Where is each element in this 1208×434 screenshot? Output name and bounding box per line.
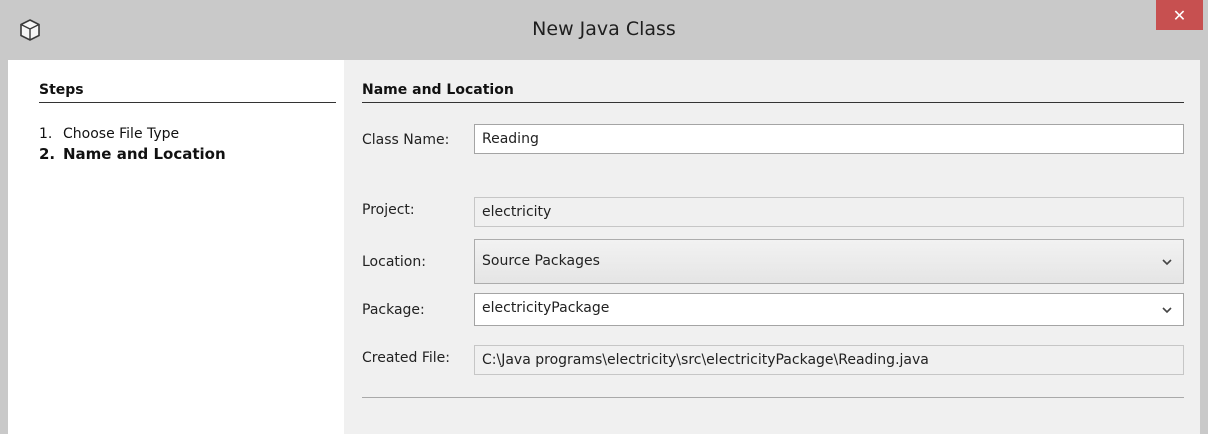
project-label: Project:	[362, 202, 415, 218]
step-number: 1.	[39, 126, 53, 142]
package-combobox[interactable]: electricityPackage	[474, 293, 1184, 326]
created-file-field: C:\Java programs\electricity\src\electri…	[474, 345, 1184, 375]
steps-divider	[39, 102, 336, 103]
steps-heading: Steps	[39, 82, 84, 98]
steps-panel: Steps 1. Choose File Type 2. Name and Loca…	[8, 60, 344, 434]
close-button[interactable]: ✕	[1156, 0, 1203, 30]
new-java-class-dialog: New Java Class ✕ Steps 1. Choose File Typ…	[0, 0, 1208, 434]
step-number: 2.	[39, 145, 56, 163]
location-label: Location:	[362, 254, 426, 270]
location-value: Source Packages	[482, 253, 600, 269]
location-dropdown[interactable]: Source Packages	[474, 239, 1184, 284]
window-title: New Java Class	[532, 18, 676, 40]
chevron-down-icon[interactable]	[1161, 304, 1173, 316]
class-name-input[interactable]: Reading	[474, 124, 1184, 154]
section-divider	[362, 102, 1184, 103]
class-name-label: Class Name:	[362, 132, 450, 148]
title-bar[interactable]: New Java Class ✕	[0, 0, 1208, 60]
name-location-panel: Name and Location Class Name: Reading Pr…	[344, 60, 1200, 434]
project-field: electricity	[474, 197, 1184, 227]
step-item-choose-file-type: 1. Choose File Type	[39, 126, 179, 142]
created-file-label: Created File:	[362, 350, 450, 366]
chevron-down-icon	[1162, 259, 1172, 266]
step-label: Name and Location	[63, 145, 226, 163]
section-heading: Name and Location	[362, 82, 514, 98]
step-item-name-and-location: 2. Name and Location	[39, 145, 226, 163]
bottom-divider	[362, 397, 1184, 398]
package-label: Package:	[362, 302, 425, 318]
close-icon: ✕	[1172, 5, 1187, 25]
step-label: Choose File Type	[63, 126, 180, 142]
dialog-body: Steps 1. Choose File Type 2. Name and Loca…	[8, 60, 1200, 434]
package-value: electricityPackage	[482, 300, 610, 316]
